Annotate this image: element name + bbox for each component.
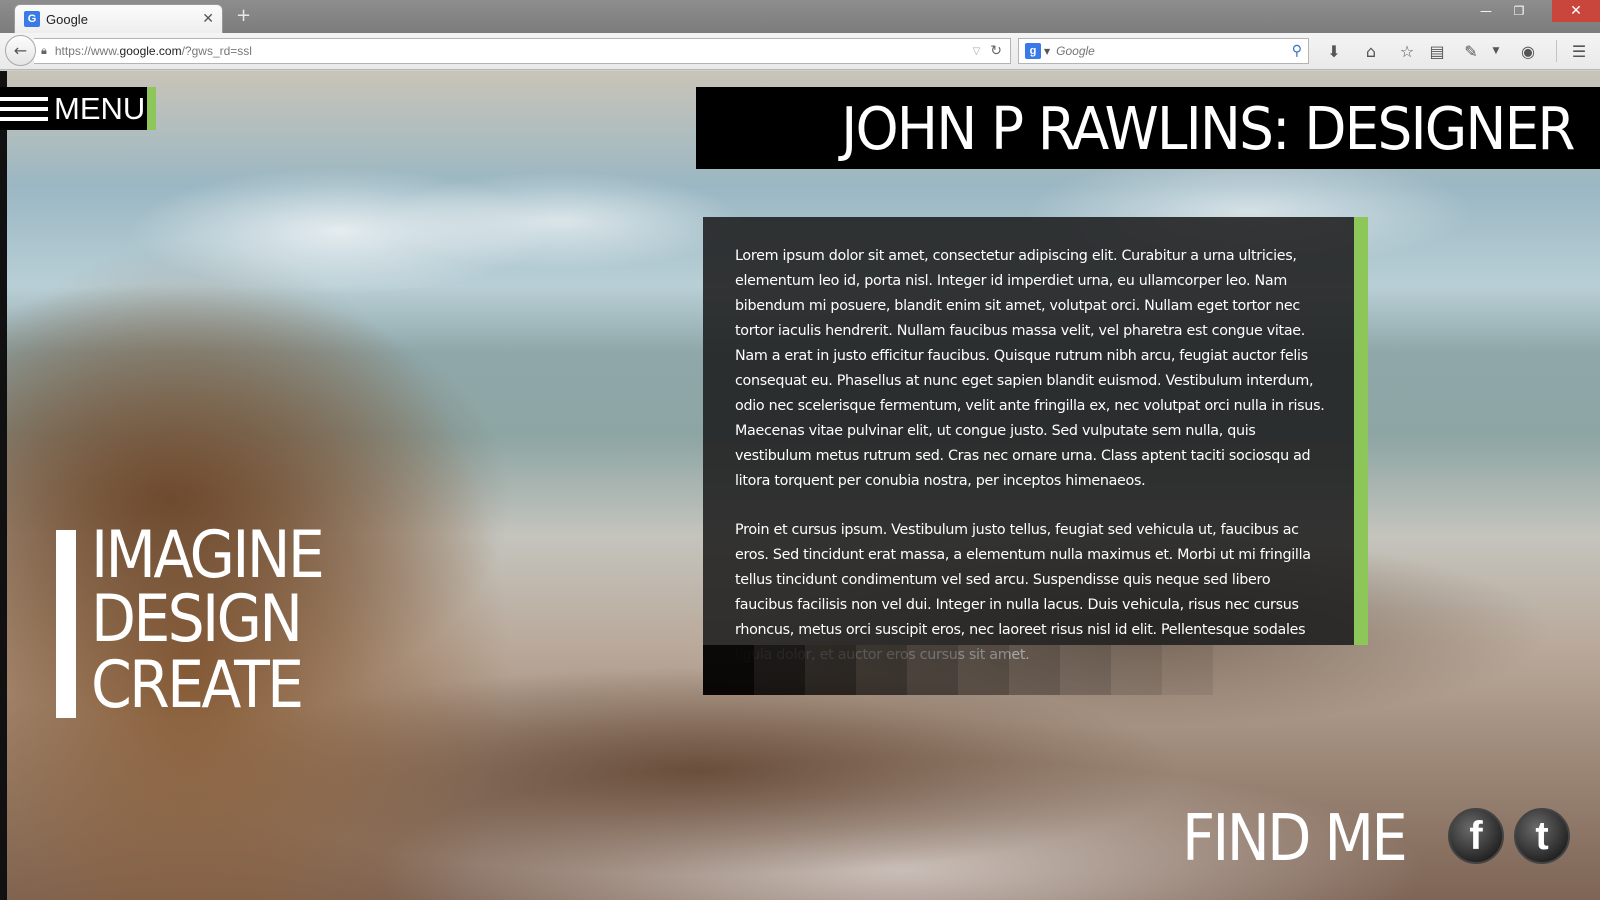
fade-tiles xyxy=(703,645,1213,695)
addon-icon[interactable]: ◉ xyxy=(1517,40,1539,62)
twitter-icon[interactable]: t xyxy=(1514,808,1570,864)
lock-icon: 🔒︎ xyxy=(41,44,47,57)
url-text[interactable]: https://www.google.com/?gws_rd=ssl xyxy=(55,44,973,58)
minimize-window-button[interactable]: — xyxy=(1470,0,1502,22)
restore-window-button[interactable]: ❐ xyxy=(1503,0,1535,22)
page-title-box: JOHN P RAWLINS: DESIGNER xyxy=(696,87,1600,169)
find-me-label: FIND ME xyxy=(1182,802,1408,876)
close-window-button[interactable]: ✕ xyxy=(1552,0,1600,22)
tagline-create: CREATE xyxy=(91,648,304,723)
new-tab-button[interactable]: + xyxy=(236,7,251,25)
paragraph-1: Lorem ipsum dolor sit amet, consectetur … xyxy=(735,248,1325,489)
back-button[interactable]: ← xyxy=(5,35,36,66)
tagline-design: DESIGN xyxy=(91,582,303,657)
tagline-bar xyxy=(56,530,76,718)
back-arrow-icon: ← xyxy=(13,41,28,60)
menu-button[interactable]: MENU xyxy=(0,87,156,130)
toolbar-divider xyxy=(1556,40,1557,62)
bookmark-star-icon[interactable]: ☆ xyxy=(1396,40,1418,62)
menu-label: MENU xyxy=(54,90,146,126)
content-panel: Lorem ipsum dolor sit amet, consectetur … xyxy=(703,217,1368,663)
page-viewport: MENU JOHN P RAWLINS: DESIGNER Lorem ipsu… xyxy=(0,71,1600,900)
extension-icon[interactable]: ✎ xyxy=(1460,40,1482,62)
page-title: JOHN P RAWLINS: DESIGNER xyxy=(841,93,1575,163)
tab-title: Google xyxy=(46,11,88,27)
search-engine-icon[interactable]: g xyxy=(1025,43,1041,59)
hamburger-menu-icon[interactable]: ☰ xyxy=(1568,40,1590,62)
search-icon[interactable]: ⚲ xyxy=(1292,43,1302,59)
chevron-down-icon[interactable]: ▼ xyxy=(1044,47,1050,56)
left-edge-bar xyxy=(0,71,7,900)
search-input[interactable] xyxy=(1056,44,1292,58)
download-icon[interactable]: ⬇ xyxy=(1323,40,1345,62)
browser-titlebar: G Google ✕ + — ❐ ✕ xyxy=(0,0,1600,33)
reading-list-icon[interactable]: ▤ xyxy=(1426,40,1448,62)
home-icon[interactable]: ⌂ xyxy=(1360,40,1382,62)
google-favicon-icon: G xyxy=(24,11,40,27)
reload-icon[interactable]: ↻ xyxy=(990,43,1002,59)
search-bar[interactable]: g ▼ ⚲ xyxy=(1018,38,1309,64)
close-tab-icon[interactable]: ✕ xyxy=(202,11,214,27)
chevron-down-icon[interactable]: ▼ xyxy=(1485,40,1507,62)
tagline-imagine: IMAGINE xyxy=(91,518,325,593)
facebook-icon[interactable]: f xyxy=(1448,808,1504,864)
url-history-dropdown-icon[interactable]: ▽ xyxy=(973,46,981,57)
browser-navbar: 🔒︎ https://www.google.com/?gws_rd=ssl ▽ … xyxy=(0,33,1600,70)
address-bar[interactable]: 🔒︎ https://www.google.com/?gws_rd=ssl ▽ … xyxy=(34,38,1011,64)
hamburger-icon xyxy=(0,96,48,121)
browser-tab[interactable]: G Google ✕ xyxy=(14,4,223,33)
